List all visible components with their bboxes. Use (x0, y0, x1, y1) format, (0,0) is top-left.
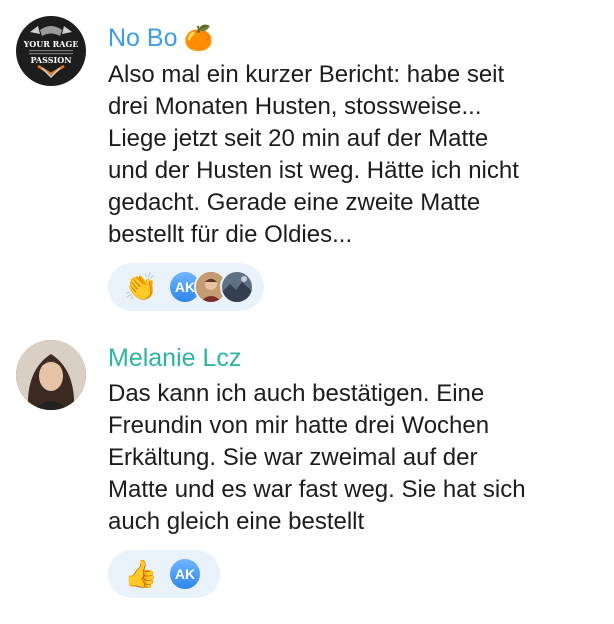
message-line: drei Monaten Husten, stossweise... (108, 93, 482, 120)
message-line: Erkältung. Sie war zweimal auf der (108, 444, 478, 471)
avatar-no-bo[interactable]: YOUR RAGE PASSION (16, 16, 86, 86)
message-line: Matte und es war fast weg. Sie hat sich (108, 476, 526, 503)
reaction-bar[interactable]: 👍 AK (108, 550, 220, 598)
message-text: Also mal ein kurzer Bericht: habe seit d… (108, 59, 588, 251)
message-line: bestellt für die Oldies... (108, 221, 353, 248)
message-line: Liege jetzt seit 20 min auf der Matte (108, 125, 489, 152)
author-name-melanie-lcz[interactable]: Melanie Lcz (108, 343, 241, 373)
thumbs-up-emoji-icon: 👍 (124, 559, 158, 589)
clapping-hands-emoji-icon: 👏 (124, 272, 158, 302)
author-name-label: Melanie Lcz (108, 344, 242, 372)
reactor-avatar-ak: AK (170, 559, 200, 589)
avatar-melanie-lcz[interactable] (16, 340, 86, 410)
avatar-photo (16, 340, 86, 410)
message-text: Das kann ich auch bestätigen. Eine Freun… (108, 378, 588, 538)
message-line: Das kann ich auch bestätigen. Eine (108, 380, 485, 407)
message-line: gedacht. Gerade eine zweite Matte (108, 189, 481, 216)
message-line: Also mal ein kurzer Bericht: habe seit (108, 61, 505, 88)
reactor-avatar-landscape (222, 272, 252, 302)
message-line: und der Husten ist weg. Hätte ich nicht (108, 157, 519, 184)
message-line: Freundin von mir hatte drei Wochen (108, 412, 490, 439)
author-name-label: No Bo (108, 24, 178, 52)
reaction-bar[interactable]: 👏 AK (108, 263, 264, 311)
orange-emoji-icon: 🍊 (183, 25, 214, 52)
avatar-logo-text-bottom: PASSION (30, 55, 71, 65)
message-line: auch gleich eine bestellt (108, 508, 365, 535)
author-name-no-bo[interactable]: No Bo 🍊 (108, 23, 213, 54)
avatar-logo-text-top: YOUR RAGE (23, 39, 79, 49)
rage-passion-logo: YOUR RAGE PASSION (23, 26, 79, 79)
